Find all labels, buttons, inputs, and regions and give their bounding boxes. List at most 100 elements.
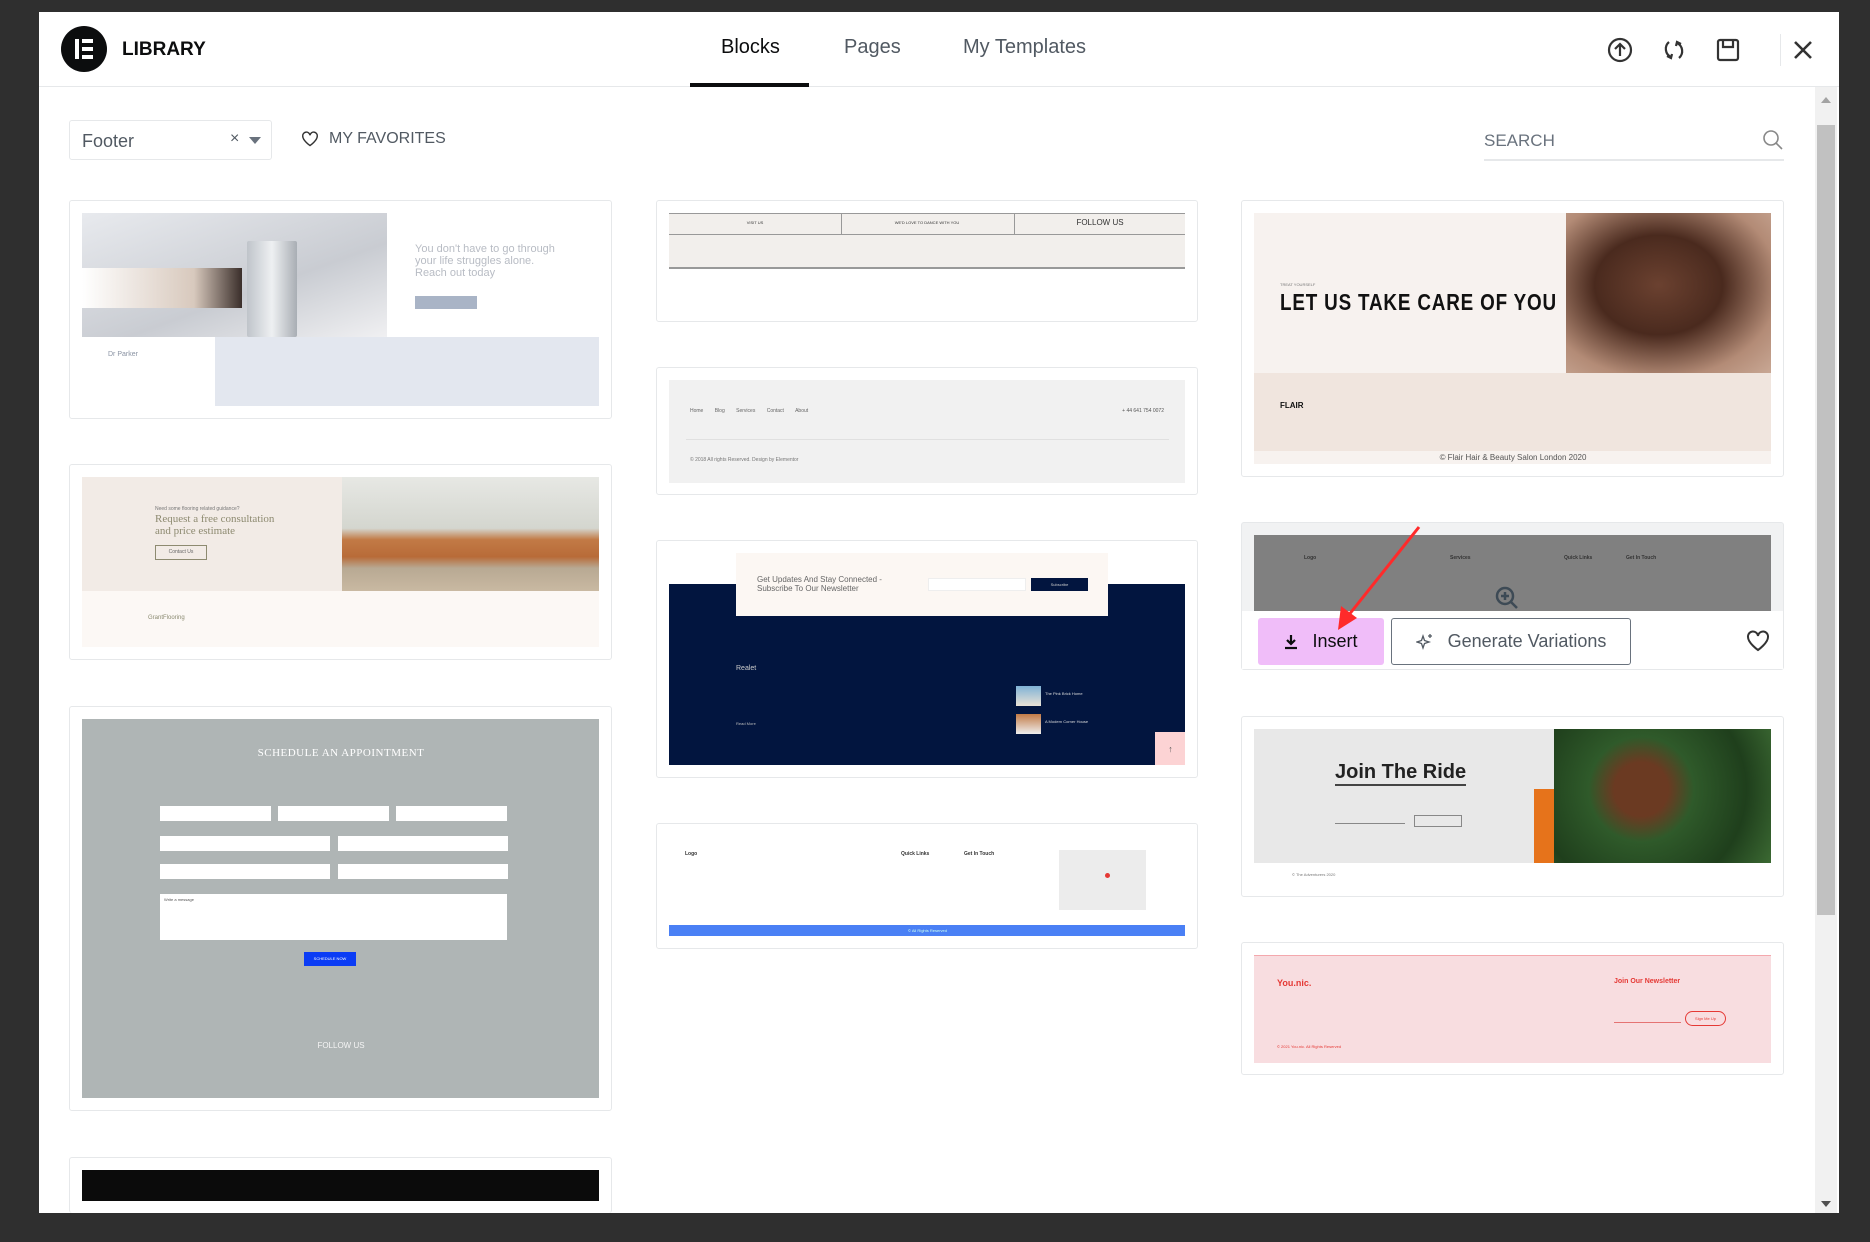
thumb-text: © Flair Hair & Beauty Salon London 2020 [1439,453,1587,462]
insert-label: Insert [1312,631,1358,651]
download-icon [1285,634,1298,649]
thumb-text: Write a message [164,897,194,902]
save-icon[interactable] [1714,36,1742,64]
tab-pages[interactable]: Pages [844,36,901,59]
sparkles-icon [1415,633,1432,650]
block-thumbnail: Join The Ride © The Adventurers 2020 [1254,729,1771,884]
chevron-down-icon[interactable] [249,137,261,144]
block-thumbnail: TREAT YOURSELF LET US TAKE CARE OF YOU F… [1254,213,1771,464]
block-card-dark-footer[interactable] [69,1157,612,1213]
nav-link: Blog [714,408,725,414]
thumb-nav: Home Blog Services Contact About [690,408,808,414]
block-thumbnail [82,1170,599,1201]
block-thumbnail: You don't have to go through your life s… [82,213,599,406]
search-input[interactable]: SEARCH [1484,124,1784,161]
thumb-text: Quick Links [901,851,930,857]
tab-blocks[interactable]: Blocks [721,36,780,59]
block-thumbnail: Need some flooring related guidance? Req… [82,477,599,647]
thumb-text: Join Our Newsletter [1614,978,1681,985]
arrow-up-icon: ↑ [1155,732,1185,765]
block-thumbnail: Logo Quick Links Get In Touch © All Righ… [669,836,1185,936]
thumb-text: Get Updates And Stay Connected - Subscri… [757,575,882,593]
map-image [1059,850,1146,910]
zoom-in-icon[interactable] [1494,585,1520,611]
nav-link: Services [736,408,756,414]
thumb-text: A Modern Corner House [1045,719,1089,724]
thumb-text: WE'D LOVE TO DANCE WITH YOU [894,220,960,225]
sync-icon[interactable] [1660,36,1688,64]
thumb-text: The Pink Brick Home [1045,691,1083,696]
block-card-gray-footer-hovered[interactable]: Logo Services Quick Links Get In Touch I… [1241,522,1784,670]
tab-my-templates[interactable]: My Templates [963,36,1086,59]
thumb-text: Subscribe [1031,578,1088,591]
block-card-flooring[interactable]: Need some flooring related guidance? Req… [69,464,612,660]
block-card-dance[interactable]: VISIT US WE'D LOVE TO DANCE WITH YOU FOL… [656,200,1198,322]
thumb-text: Join The Ride [1335,761,1467,786]
nav-link: Contact [766,408,784,414]
search-icon[interactable] [1762,129,1784,151]
elementor-logo-icon [61,26,107,72]
insert-button[interactable]: Insert [1258,618,1384,665]
scrollbar-thumb[interactable] [1817,125,1835,915]
block-card-flair[interactable]: TREAT YOURSELF LET US TAKE CARE OF YOU F… [1241,200,1784,477]
close-icon[interactable] [1789,36,1817,64]
clear-category-button[interactable]: × [230,130,239,148]
generate-variations-label: Generate Variations [1447,631,1607,651]
thumb-text: Request a free consultation and price es… [155,513,275,537]
thumb-text: Logo [1304,555,1317,561]
thumb-text: Read More [736,721,756,726]
my-favorites-filter[interactable]: MY FAVORITES [301,130,446,148]
header: LIBRARY Blocks Pages My Templates [39,12,1839,87]
thumb-text: LET US TAKE CARE OF YOU [1280,289,1557,315]
block-card-younic[interactable]: You.nic. Join Our Newsletter Sign Me Up … [1241,942,1784,1075]
generate-variations-button[interactable]: Generate Variations [1391,618,1631,665]
thumb-text: You don't have to go through your life s… [415,243,555,279]
library-title: LIBRARY [122,39,206,60]
block-card-simple[interactable]: Home Blog Services Contact About + 44 64… [656,367,1198,495]
thumb-text: Sign Me Up [1685,1011,1726,1026]
block-thumbnail: You.nic. Join Our Newsletter Sign Me Up … [1254,955,1771,1063]
scroll-down-arrow-icon[interactable] [1821,1201,1831,1207]
thumb-text: Get In Touch [1626,555,1657,561]
block-card-psychologist[interactable]: You don't have to go through your life s… [69,200,612,419]
block-thumbnail: Logo Services Quick Links Get In Touch [1254,535,1771,611]
thumb-text: Need some flooring related guidance? [155,506,240,512]
thumb-text: FOLLOW US [1076,218,1124,227]
block-thumbnail: Get Updates And Stay Connected - Subscri… [669,553,1185,765]
block-card-realet[interactable]: Get Updates And Stay Connected - Subscri… [656,540,1198,778]
thumb-text: FLAIR [1280,401,1304,410]
aerial-photo [1554,729,1771,863]
active-tab-indicator [690,83,809,87]
thumb-text: © The Adventurers 2020 [1292,872,1336,877]
upload-icon[interactable] [1606,36,1634,64]
thumb-text: Quick Links [1564,555,1593,561]
block-thumbnail: SCHEDULE AN APPOINTMENT Write a message … [82,719,599,1098]
my-favorites-label: MY FAVORITES [329,130,446,147]
category-value: Footer [82,131,135,151]
block-card-logo-footer[interactable]: Logo Quick Links Get In Touch © All Righ… [656,823,1198,949]
thumb-text: © All Rights Reserved [669,925,1185,936]
heart-icon [302,131,318,147]
favorite-heart-icon[interactable] [1746,630,1770,652]
scroll-up-arrow-icon[interactable] [1821,97,1831,103]
library-modal: LIBRARY Blocks Pages My Templates Footer… [39,12,1839,1213]
map-pin-icon [1105,873,1110,878]
thumb-text: Services [1450,555,1471,561]
thumb-text: SCHEDULE AN APPOINTMENT [257,747,425,759]
thumb-text: + 44 641 754 0072 [1122,408,1164,414]
nav-link: Home [690,408,704,414]
thumb-text: Realet [736,665,757,672]
thumb-text: FOLLOW US [317,1041,365,1050]
block-card-join-the-ride[interactable]: Join The Ride © The Adventurers 2020 [1241,716,1784,897]
thumb-text: You.nic. [1277,978,1312,988]
category-select[interactable]: Footer × [69,120,272,160]
thumb-text: TREAT YOURSELF [1280,282,1316,287]
thumb-text: Get In Touch [964,851,995,857]
thumb-text: © 2021 You.nic. All Rights Reserved [1277,1044,1342,1049]
search-placeholder: SEARCH [1484,131,1555,150]
nav-link: About [795,408,809,414]
block-card-appointment[interactable]: SCHEDULE AN APPOINTMENT Write a message … [69,706,612,1111]
thumb-text: VISIT US [746,220,764,225]
thumb-text: Contact Us [155,545,207,560]
scrollbar[interactable] [1815,87,1837,1213]
